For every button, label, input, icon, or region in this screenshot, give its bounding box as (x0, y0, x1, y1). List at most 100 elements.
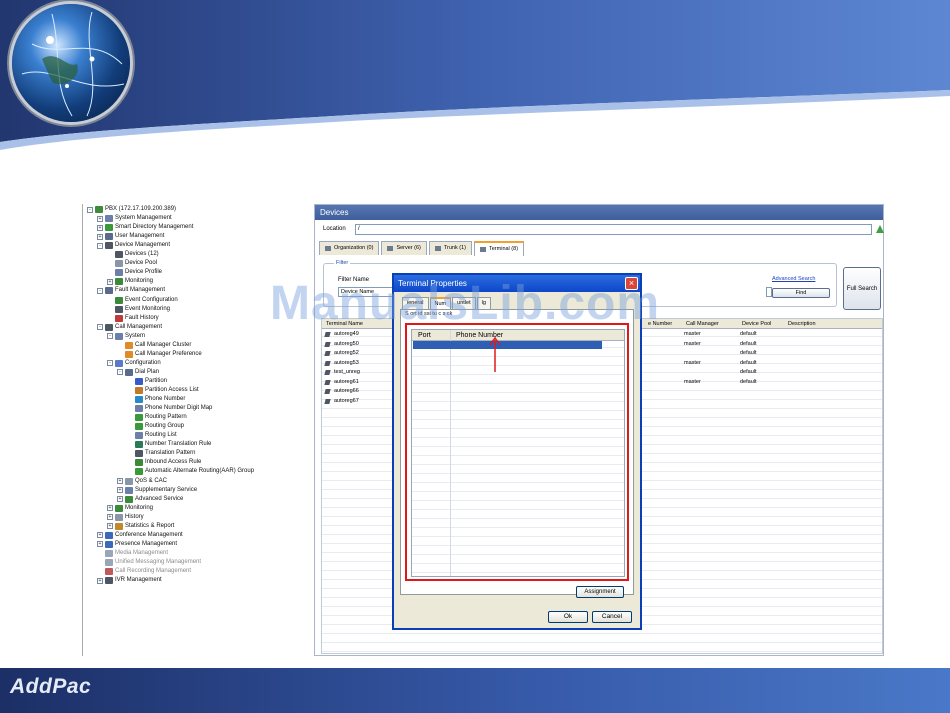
tree-item-icon (125, 495, 133, 503)
tree-item[interactable]: Devices (12) (107, 250, 159, 259)
collapse-icon[interactable]: - (97, 242, 103, 249)
tree-item[interactable]: Phone Number Digit Map (127, 404, 212, 413)
tree-item[interactable]: Call Recording Management (97, 567, 191, 576)
collapse-icon[interactable]: - (97, 287, 103, 294)
column-call-manager[interactable]: Call Manager (686, 320, 719, 328)
advanced-search-link[interactable]: Advanced Search (772, 276, 815, 282)
column-device-pool[interactable]: Device Pool (742, 320, 771, 328)
tree-item-label: Inbound Access Rule (145, 459, 202, 466)
tree-item-label: PBX (172.17.109.200.389) (105, 206, 177, 212)
tab-outlet[interactable]: untlet (452, 297, 476, 309)
tree-item-icon (135, 414, 143, 422)
tab-trunk[interactable]: Trunk (1) (428, 241, 472, 255)
tree-item[interactable]: Routing Pattern (127, 413, 187, 422)
find-button[interactable]: Find (772, 288, 830, 298)
tree-item[interactable]: - Device Management (97, 241, 170, 250)
tree-item[interactable]: + Presence Management (97, 540, 177, 549)
expand-icon[interactable]: + (97, 532, 103, 539)
tree-item[interactable]: Number Translation Rule (127, 440, 211, 449)
tree-item[interactable]: + History (107, 513, 144, 522)
table-cell: default (740, 378, 757, 385)
tab-general[interactable]: ieneral (402, 297, 429, 309)
tree-item[interactable]: Device Pool (107, 259, 157, 268)
expand-icon[interactable]: + (107, 523, 113, 530)
expand-icon[interactable]: + (107, 278, 113, 285)
cancel-button[interactable]: Cancel (592, 611, 632, 623)
tree-item[interactable]: + System Management (97, 214, 172, 223)
tree-item[interactable]: Inbound Access Rule (127, 458, 201, 467)
tree-item[interactable]: Call Manager Preference (117, 350, 202, 359)
tree-item[interactable]: - Configuration (107, 359, 161, 368)
tree-item[interactable]: - System (107, 332, 145, 341)
tree-item[interactable]: - Call Management (97, 323, 162, 332)
tree-item[interactable]: Routing List (127, 431, 177, 440)
tree-item[interactable]: Call Manager Cluster (117, 341, 191, 350)
expand-icon[interactable]: + (97, 215, 103, 222)
tree-item[interactable]: Partition Access List (127, 386, 199, 395)
tree-item[interactable]: Automatic Alternate Routing(AAR) Group (127, 467, 254, 476)
tab-number[interactable]: Num (429, 297, 452, 309)
expand-icon[interactable]: + (97, 541, 103, 548)
expand-icon[interactable]: + (117, 487, 123, 494)
tab-organization[interactable]: Organization (0) (319, 241, 380, 255)
tree-item[interactable]: + IVR Management (97, 576, 162, 585)
collapse-icon[interactable]: - (117, 369, 123, 376)
tree-item[interactable]: - PBX (172.17.109.200.389) (87, 205, 176, 214)
table-cell: default (740, 331, 757, 337)
tree-item[interactable]: - Dial Plan (117, 368, 159, 377)
tree-item[interactable]: + Statistics & Report (107, 522, 174, 531)
tree-item[interactable]: Translation Pattern (127, 449, 195, 458)
collapse-icon[interactable]: - (107, 360, 113, 367)
tree-item[interactable]: + Monitoring (107, 277, 153, 286)
tree-item-icon (105, 215, 113, 223)
tree-item-icon (125, 486, 133, 494)
table-cell: master (684, 340, 701, 347)
terminal-icon (324, 379, 331, 385)
expand-icon[interactable]: + (107, 505, 113, 512)
close-icon[interactable]: × (625, 277, 638, 290)
filter-name-label: Filter Name (338, 277, 370, 283)
tree-item[interactable]: Partition (127, 377, 167, 386)
tree-item[interactable]: Phone Number (127, 395, 185, 404)
tree-item-icon (115, 269, 123, 277)
tab-log[interactable]: lg (476, 297, 491, 309)
expand-icon[interactable]: + (107, 514, 113, 521)
tree-item[interactable]: + QoS & CAC (117, 477, 167, 486)
navigation-tree: - PBX (172.17.109.200.389) + System Managem… (82, 204, 307, 656)
collapse-icon[interactable]: - (87, 206, 93, 213)
tree-item[interactable]: Device Profile (107, 268, 162, 277)
tree-item[interactable]: Fault History (107, 314, 159, 323)
tree-item[interactable]: + User Management (97, 232, 164, 241)
tree-item[interactable]: + Smart Directory Management (97, 223, 193, 232)
expand-icon[interactable]: + (97, 577, 103, 584)
tree-item-label: Device Profile (125, 269, 163, 276)
tab-terminal[interactable]: Terminal (8) (474, 241, 525, 256)
expand-icon[interactable]: + (97, 224, 103, 231)
footer-band (0, 668, 950, 713)
tree-item[interactable]: Event Monitoring (107, 305, 170, 314)
collapse-icon[interactable]: - (97, 324, 103, 331)
column-description[interactable]: Description (788, 320, 816, 328)
column-number[interactable]: e Number (648, 320, 672, 328)
ok-button[interactable]: Ok (548, 611, 588, 623)
expand-icon[interactable]: + (117, 496, 123, 503)
tree-item[interactable]: Unified Messaging Management (97, 558, 201, 567)
tree-item[interactable]: + Conference Management (97, 531, 183, 540)
tree-item[interactable]: Event Configuration (107, 296, 178, 305)
tab-server[interactable]: Server (6) (381, 241, 427, 255)
tree-item[interactable]: Media Management (97, 549, 168, 558)
location-input[interactable]: / (355, 224, 872, 235)
column-terminal-name[interactable]: Terminal Name (326, 320, 363, 328)
location-up-icon[interactable] (876, 225, 884, 233)
tree-item[interactable]: + Advanced Service (117, 495, 183, 504)
tree-item[interactable]: + Supplementary Service (117, 486, 197, 495)
tree-item[interactable]: + Monitoring (107, 504, 153, 513)
assignment-button[interactable]: Assignment (576, 586, 624, 598)
tree-item[interactable]: Routing Group (127, 422, 184, 431)
expand-icon[interactable]: + (117, 478, 123, 484)
tree-item[interactable]: - Fault Management (97, 286, 165, 295)
expand-icon[interactable]: + (97, 233, 103, 240)
collapse-icon[interactable]: - (107, 333, 113, 340)
full-search-button[interactable]: Full Search (843, 267, 881, 310)
table-cell: autoreg49 (334, 331, 359, 337)
